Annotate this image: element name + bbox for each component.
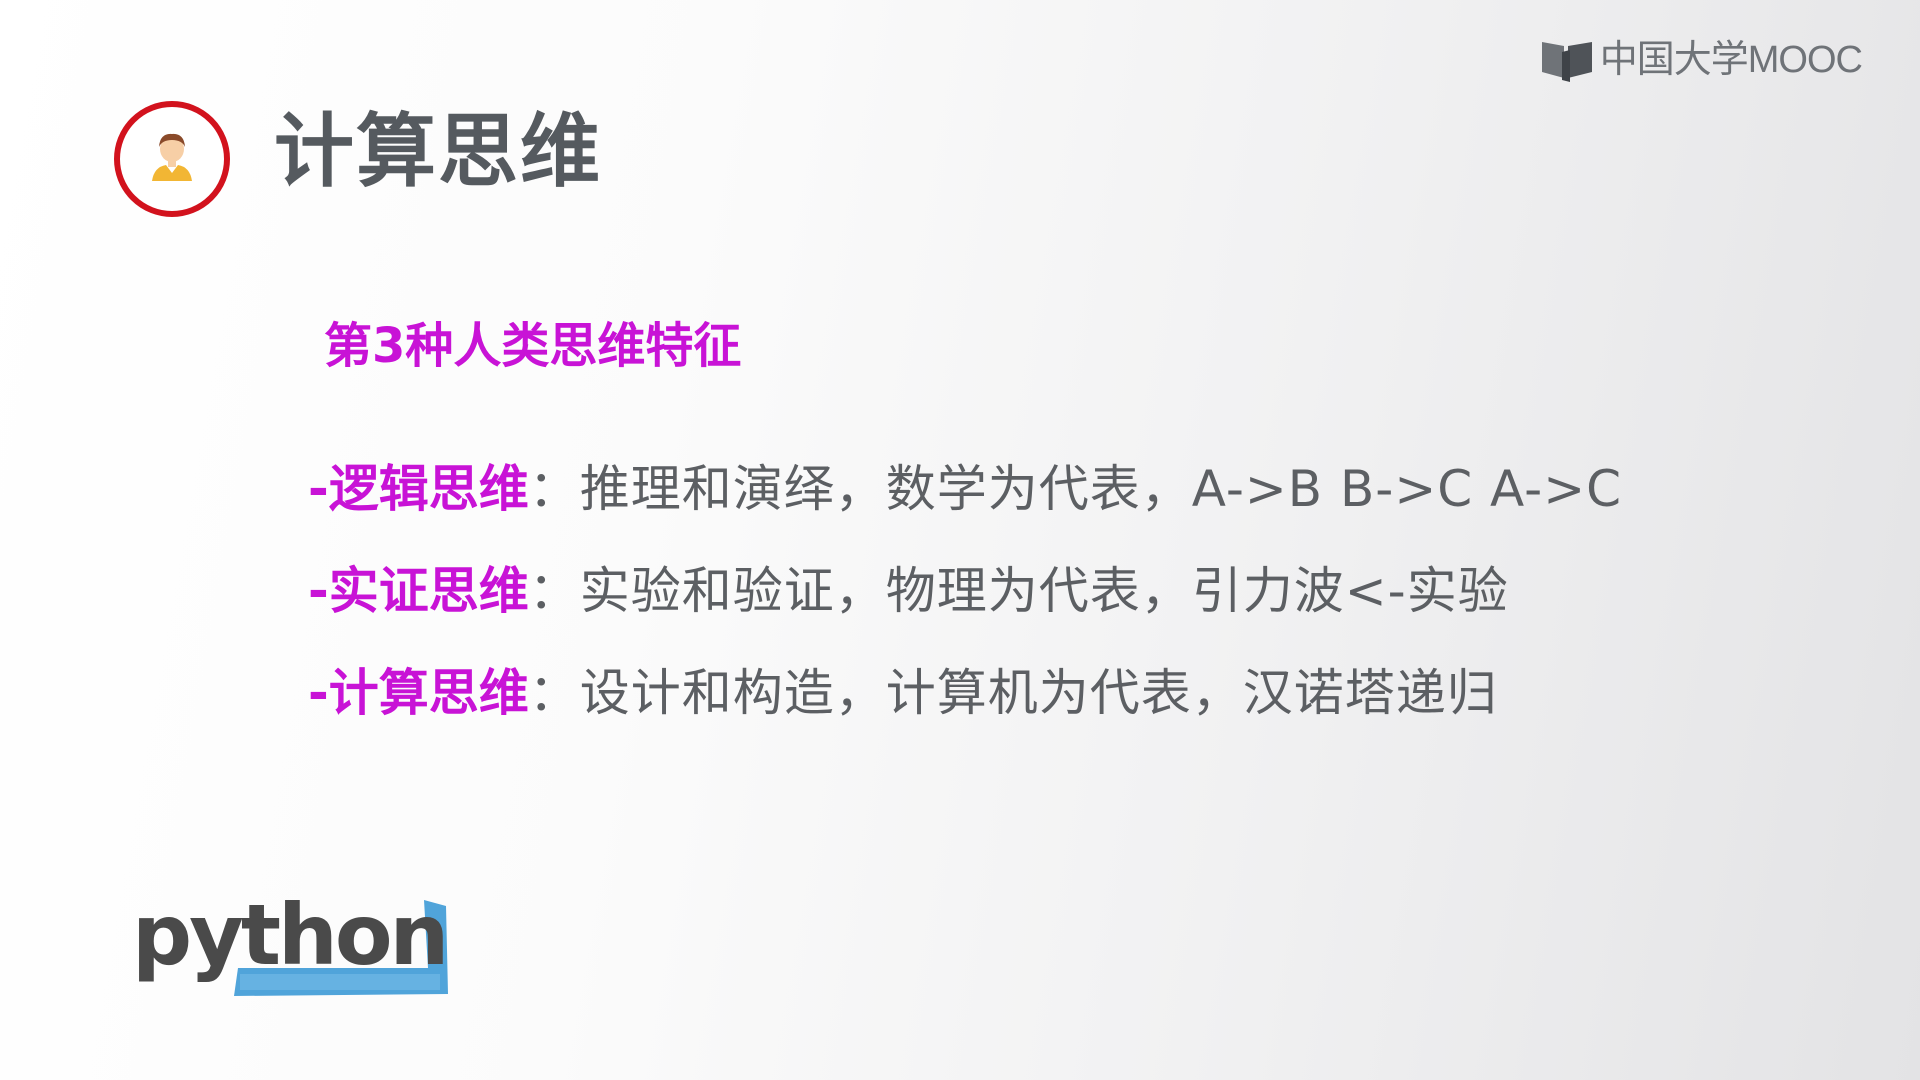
list-item-desc: ：推理和演绎，数学为代表，A->B B->C A->C xyxy=(528,460,1623,518)
thinking-list: -逻辑思维 ：推理和演绎，数学为代表，A->B B->C A->C -实证思维 … xyxy=(308,464,1622,770)
list-item-desc: ：实验和验证，物理为代表，引力波<-实验 xyxy=(528,562,1509,620)
list-item: -逻辑思维 ：推理和演绎，数学为代表，A->B B->C A->C xyxy=(308,464,1622,566)
list-item-term: -逻辑思维 xyxy=(308,460,529,518)
python-logo-text: python xyxy=(132,886,446,984)
list-item-term: -实证思维 xyxy=(308,562,529,620)
mooc-logo-text: 中国大学MOOC xyxy=(1599,39,1863,81)
open-book-icon xyxy=(1541,42,1592,82)
python-logo: python xyxy=(128,884,458,1008)
slide: 计算思维 中国大学MOOC 第3种人类思维特征 -逻辑思维 ：推理和演绎，数学为… xyxy=(0,0,1920,1080)
section-heading: 第3种人类思维特征 xyxy=(324,318,742,374)
page-title: 计算思维 xyxy=(274,105,602,198)
list-item: -计算思维 ：设计和构造，计算机为代表，汉诺塔递归 xyxy=(308,668,1622,770)
list-item-term: -计算思维 xyxy=(308,664,529,722)
list-item: -实证思维 ：实验和验证，物理为代表，引力波<-实验 xyxy=(308,566,1622,668)
list-item-desc: ：设计和构造，计算机为代表，汉诺塔递归 xyxy=(528,664,1498,722)
person-avatar-icon xyxy=(114,101,230,217)
mooc-logo: 中国大学MOOC xyxy=(1540,38,1863,82)
